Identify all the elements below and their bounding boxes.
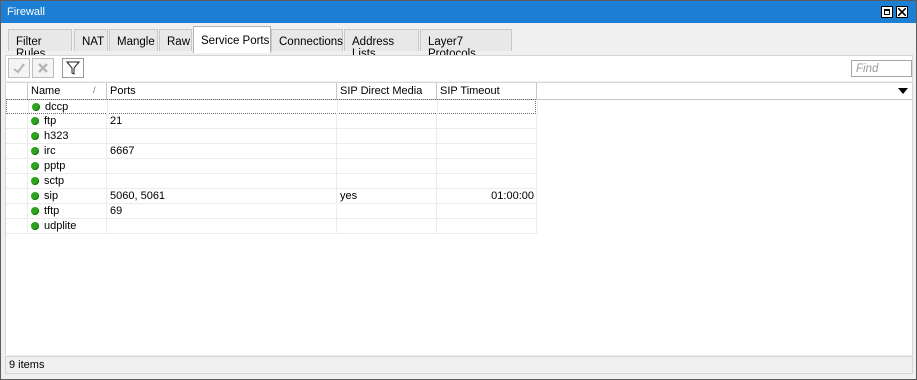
sip-direct-media-cell xyxy=(337,144,437,159)
service-name: tftp xyxy=(44,205,60,217)
sip-direct-media-cell xyxy=(337,204,437,219)
funnel-icon xyxy=(66,61,80,75)
header-name[interactable]: Name / xyxy=(28,83,107,99)
enabled-status-icon xyxy=(31,117,39,125)
cross-icon xyxy=(38,63,48,73)
table-row[interactable]: sip 5060, 5061 yes 01:00:00 xyxy=(6,189,537,204)
item-count: 9 items xyxy=(9,359,45,371)
ports-cell xyxy=(107,129,337,144)
tab-raw[interactable]: Raw xyxy=(159,29,192,51)
table-row[interactable]: h323 xyxy=(6,129,537,144)
service-name: udplite xyxy=(44,220,77,232)
title-bar[interactable]: Firewall xyxy=(1,1,916,23)
sip-timeout-cell: 01:00:00 xyxy=(437,189,537,204)
table-row[interactable]: dccp xyxy=(6,99,538,115)
table-row[interactable]: ftp 21 xyxy=(6,114,537,129)
enabled-status-icon xyxy=(31,192,39,200)
sip-timeout-cell xyxy=(437,219,537,234)
ports-cell: 69 xyxy=(107,204,337,219)
close-button[interactable] xyxy=(896,6,908,18)
enabled-status-icon xyxy=(31,207,39,215)
firewall-window: Firewall Filter Rules NAT Mangle Raw Ser… xyxy=(0,0,917,380)
sip-direct-media-cell xyxy=(337,219,437,234)
column-menu-dropdown-icon[interactable] xyxy=(898,88,908,94)
service-name: dccp xyxy=(45,101,69,113)
header-sip-direct-media[interactable]: SIP Direct Media xyxy=(337,83,437,99)
enabled-status-icon xyxy=(31,222,39,230)
table-row[interactable]: udplite xyxy=(6,219,537,234)
ports-cell xyxy=(107,174,337,189)
service-name: irc xyxy=(44,145,56,157)
enabled-status-icon xyxy=(31,177,39,185)
checkmark-icon xyxy=(13,63,25,74)
sip-timeout-cell xyxy=(437,204,537,219)
enabled-status-icon xyxy=(32,103,40,111)
sip-direct-media-cell xyxy=(338,100,438,115)
tab-layer7-protocols[interactable]: Layer7 Protocols xyxy=(420,29,512,60)
sort-indicator-icon: / xyxy=(93,85,96,95)
service-ports-table: Name / Ports SIP Direct Media SIP Timeout… xyxy=(5,83,913,355)
ports-cell: 21 xyxy=(107,114,337,129)
service-name: ftp xyxy=(44,115,57,127)
status-bar: 9 items xyxy=(5,356,913,374)
tab-address-lists[interactable]: Address Lists xyxy=(344,29,419,60)
header-ports[interactable]: Ports xyxy=(107,83,337,99)
sip-direct-media-cell xyxy=(337,174,437,189)
restore-icon xyxy=(884,9,890,15)
enabled-status-icon xyxy=(31,162,39,170)
table-row[interactable]: sctp xyxy=(6,174,537,189)
ports-cell: 6667 xyxy=(107,144,337,159)
sip-timeout-cell xyxy=(437,144,537,159)
sip-timeout-cell xyxy=(437,129,537,144)
tab-connections[interactable]: Connections xyxy=(271,29,343,51)
toolbar xyxy=(5,55,913,81)
sip-direct-media-cell xyxy=(337,114,437,129)
tab-bar: Filter Rules NAT Mangle Raw Service Port… xyxy=(1,23,916,60)
header-index[interactable] xyxy=(6,83,28,99)
window-title: Firewall xyxy=(7,6,45,18)
filter-button[interactable] xyxy=(62,58,84,78)
tab-filter-rules[interactable]: Filter Rules xyxy=(8,29,72,60)
sip-timeout-cell xyxy=(438,100,538,115)
tab-mangle[interactable]: Mangle xyxy=(109,29,158,51)
tab-nat[interactable]: NAT xyxy=(74,29,108,51)
table-row[interactable]: irc 6667 xyxy=(6,144,537,159)
table-row[interactable]: tftp 69 xyxy=(6,204,537,219)
service-name: h323 xyxy=(44,130,69,142)
tab-service-ports[interactable]: Service Ports xyxy=(193,26,271,53)
sip-timeout-cell xyxy=(437,174,537,189)
sip-timeout-cell xyxy=(437,114,537,129)
find-input[interactable] xyxy=(851,60,912,77)
service-name: sip xyxy=(44,190,59,202)
disable-button[interactable] xyxy=(32,58,54,78)
enable-button[interactable] xyxy=(8,58,30,78)
service-name: pptp xyxy=(44,160,66,172)
close-icon xyxy=(898,8,906,16)
sip-timeout-cell xyxy=(437,159,537,174)
ports-cell xyxy=(107,159,337,174)
enabled-status-icon xyxy=(31,132,39,140)
sip-direct-media-cell xyxy=(337,129,437,144)
table-header: Name / Ports SIP Direct Media SIP Timeout xyxy=(6,83,912,100)
header-sip-timeout[interactable]: SIP Timeout xyxy=(437,83,537,99)
enabled-status-icon xyxy=(31,147,39,155)
service-name: sctp xyxy=(44,175,65,187)
ports-cell xyxy=(107,219,337,234)
sip-direct-media-cell xyxy=(337,159,437,174)
ports-cell: 5060, 5061 xyxy=(107,189,337,204)
sip-direct-media-cell: yes xyxy=(337,189,437,204)
ports-cell xyxy=(108,100,338,115)
restore-button[interactable] xyxy=(881,6,893,18)
table-row[interactable]: pptp xyxy=(6,159,537,174)
